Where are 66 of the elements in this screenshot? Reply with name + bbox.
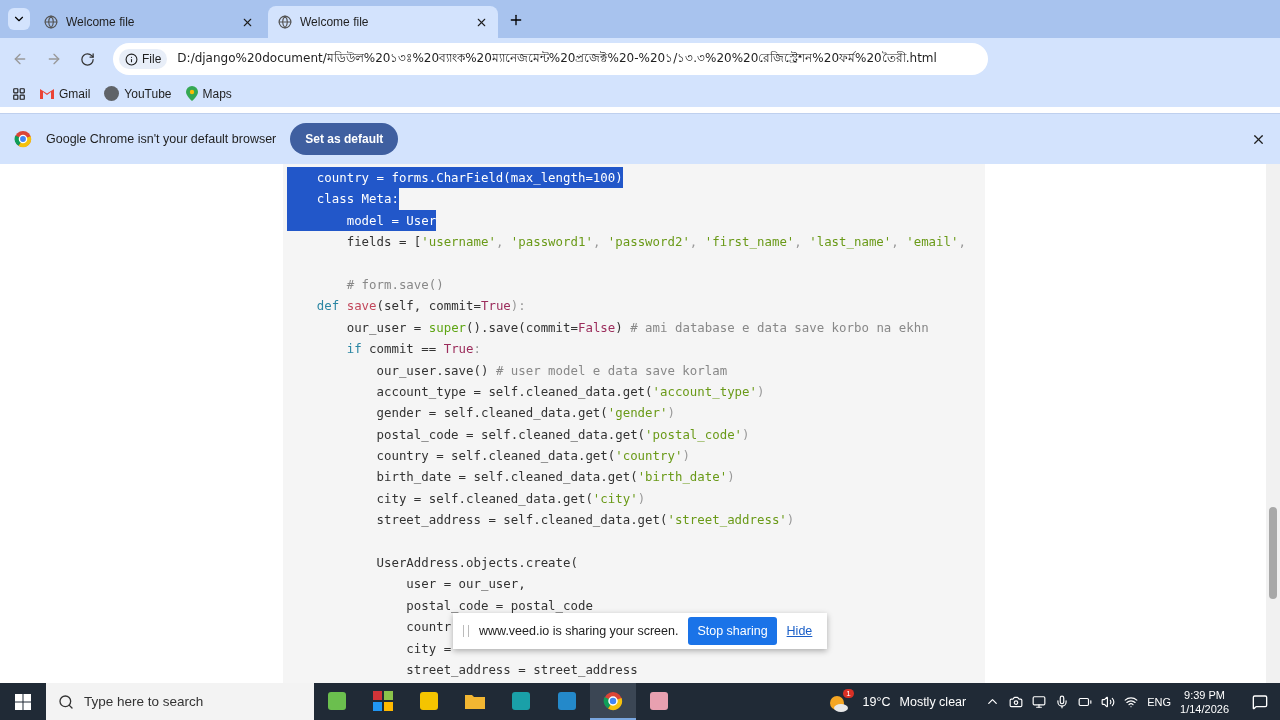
code-line: UserAddress.objects.create( [375,554,578,573]
infobar-message: Google Chrome isn't your default browser [46,132,277,146]
code-line: # form.save() [345,275,444,294]
search-icon [58,693,74,710]
code-line: our_user = super().save(commit=False) # ami database e data save korbo na ekhn [345,318,929,337]
code-line: gender = self.cleaned_data.get('gender') [375,404,675,423]
set-default-button[interactable]: Set as default [290,123,399,155]
tab-search-button[interactable] [8,8,30,30]
camera-icon[interactable] [1009,694,1024,709]
code-line: our_user.save() # user model e data save korlam [375,361,728,380]
tab-title: Welcome file [66,15,136,29]
code-line: account_type = self.cleaned_data.get('account_type') [375,382,765,401]
weather-widget[interactable]: 1 [828,689,854,714]
apps-icon[interactable] [12,86,26,101]
windows-icon [15,693,31,710]
code-line: postal_code = self.cleaned_data.get('postal_code') [375,425,750,444]
tab-title: Welcome file [300,15,370,29]
reload-icon[interactable] [80,51,95,67]
code-line: city = self.cleaned_data.get('city') [375,489,646,508]
share-message: www.veed.io is sharing your screen. [479,624,679,638]
wifi-icon[interactable] [1124,694,1139,709]
code-line: street_address = self.cleaned_data.get('street_address') [375,511,795,530]
browser-tab[interactable]: Welcome file [34,6,264,38]
code-line: if commit == True: [345,340,481,359]
code-line: city = [405,639,452,658]
code-line: def save(self, commit=True): [315,297,526,316]
site-info-chip[interactable]: File [119,49,168,69]
taskbar-app-button[interactable] [590,683,636,720]
microphone-icon[interactable] [1055,694,1070,709]
tiles-icon [373,690,393,711]
weather-icon [828,694,849,714]
new-tab-icon[interactable] [508,12,524,28]
code-line: street_address = street_address [405,661,638,679]
code-line: fields = ['username', 'password1', 'password2', 'first_name', 'last_name', 'email', [345,233,966,252]
hide-link[interactable]: Hide [786,624,813,638]
address-bar[interactable]: File D:/django%20document/মডিউল%20১৩ঃ%20ব্যাংক%20ম্যানেজমেন্ট%20প্রজেক্ট%20-%20১/১৩.৩%20%20রেজিস্ট্রেশন%20ফর্ম%20তৈরী.html [113,43,988,75]
scrollbar[interactable] [1266,164,1280,683]
browser-tab[interactable]: Welcome file [268,6,498,38]
code-line: postal_code = postal_code [405,596,593,615]
monitor-icon[interactable] [1032,694,1047,709]
code-line: countr [405,618,452,637]
bookmark-link[interactable]: YouTube [104,86,172,101]
search-placeholder: Type here to search [84,694,204,709]
map-pin-icon [185,86,198,101]
drag-handle[interactable] [463,625,469,637]
chrome-icon [603,690,623,711]
clock[interactable]: 9:39 PM 1/14/2026 [1180,687,1229,716]
code-line: country = self.cleaned_data.get('country') [375,447,690,466]
temperature-text: 19°C [862,694,891,709]
scrollbar-thumb[interactable] [1269,507,1277,599]
bookmark-link[interactable]: Gmail [40,86,91,101]
weather-text: Mostly clear [899,694,967,709]
mail-icon [40,88,54,99]
notifications-icon[interactable] [1252,693,1268,710]
chrome-icon [14,130,32,148]
language-indicator[interactable]: ENG [1147,695,1172,708]
notification-badge: 1 [843,689,854,698]
volume-icon[interactable] [1101,694,1116,709]
info-icon [125,52,138,66]
url-text: D:/django%20document/মডিউল%20১৩ঃ%20ব্যাংক%20ম্যানেজমেন্ট%20প্রজেক্ট%20-%20১/১৩.৩%20%20রেজিস্ট্রেশন%20ফর্ম%20তৈরী.html [177,50,937,67]
code-line: birth_date = self.cleaned_data.get('birth_date') [375,468,735,487]
taskbar-search-field[interactable]: Type here to search [46,683,314,720]
code-line: user = our_user, [405,575,526,594]
folder-icon [465,692,485,709]
stop-sharing-button[interactable]: Stop sharing [688,617,777,645]
bookmark-link[interactable]: Maps [185,86,232,101]
